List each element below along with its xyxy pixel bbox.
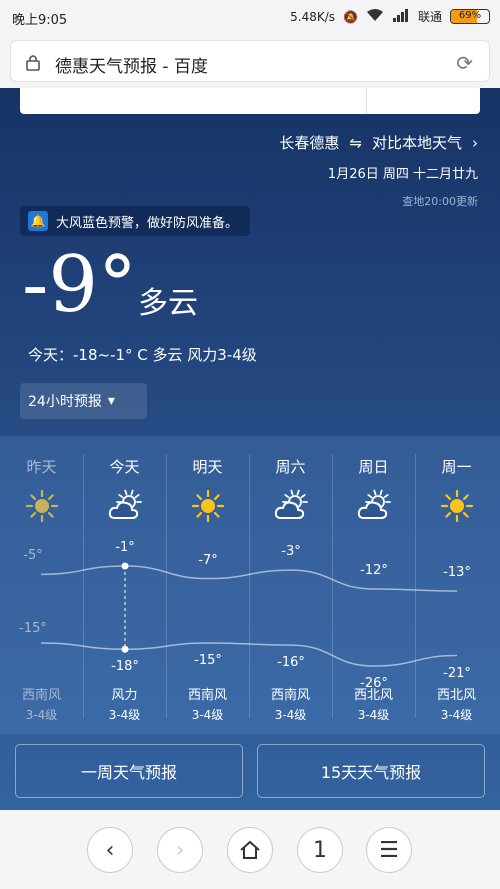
menu-icon: ☰ bbox=[379, 837, 399, 863]
forecast-panel: 昨天 西南风 3-4级 今天 风力 3-4级 明天 西南风 3-4级 周六 西南… bbox=[0, 436, 500, 734]
back-button[interactable]: ‹ bbox=[87, 827, 133, 873]
low-temp-label: -18° bbox=[111, 659, 139, 675]
status-bar: 晚上9:05 5.48K/s 🔕 联通 69% bbox=[0, 0, 500, 34]
warning-text: 大风蓝色预警，做好防风准备。 bbox=[56, 215, 239, 231]
wind-warning[interactable]: 🔔 大风蓝色预警，做好防风准备。 bbox=[20, 206, 251, 236]
current-condition: 多云 bbox=[138, 286, 198, 321]
signal-icon bbox=[392, 8, 410, 25]
high-temp-label: -13° bbox=[443, 565, 471, 581]
location-name[interactable]: 长春德惠 bbox=[279, 132, 339, 153]
dropdown-label: 24小时预报 bbox=[28, 394, 102, 410]
page-title: 德惠天气预报 - 百度 bbox=[55, 57, 208, 77]
menu-button[interactable]: ☰ bbox=[366, 827, 412, 873]
battery-icon: 69% bbox=[450, 9, 490, 24]
status-time: 晚上9:05 bbox=[12, 13, 68, 28]
high-temp-label: -1° bbox=[115, 540, 135, 555]
high-temp-label: -3° bbox=[281, 544, 301, 560]
forward-button[interactable]: › bbox=[157, 827, 203, 873]
home-icon bbox=[240, 840, 260, 859]
date-text: 1月26日 周四 十二月廿九 bbox=[327, 167, 478, 182]
update-text: 查地20:00更新 bbox=[402, 195, 478, 208]
low-temp-label: -15° bbox=[194, 653, 222, 668]
forecast-dropdown[interactable]: 24小时预报 ▾ bbox=[20, 383, 147, 419]
home-button[interactable] bbox=[227, 827, 273, 873]
network-speed: 5.48K/s bbox=[290, 9, 336, 24]
bottom-nav: ‹ › 1 ☰ bbox=[0, 810, 500, 889]
today-low-point bbox=[121, 645, 129, 653]
today-high-point bbox=[121, 562, 129, 570]
carrier-name: 联通 bbox=[417, 10, 442, 24]
low-temp-label: -15° bbox=[19, 621, 47, 636]
tab-count: 1 bbox=[313, 837, 327, 863]
bell-icon: 🔔 bbox=[28, 211, 48, 231]
mute-icon: 🔕 bbox=[343, 9, 358, 24]
low-temp-label: -21° bbox=[443, 665, 471, 681]
wifi-icon bbox=[366, 8, 384, 25]
tabs-button[interactable]: 1 bbox=[297, 827, 343, 873]
temperature-curve bbox=[40, 562, 458, 667]
weather-card: 长春德惠 ⇋ 对比本地天气 › 1月26日 周四 十二月廿九 查地20:00更新… bbox=[0, 88, 500, 810]
compare-link[interactable]: 对比本地天气 bbox=[372, 132, 462, 153]
low-temp-label: -26° bbox=[360, 676, 388, 691]
lock-icon bbox=[25, 53, 41, 75]
low-temp-label: -16° bbox=[277, 655, 305, 671]
battery-percent: 69% bbox=[458, 10, 482, 21]
url-bar: 德惠天气预报 - 百度 ⟳ bbox=[0, 34, 500, 88]
chevron-right-icon: › bbox=[472, 133, 478, 152]
today-summary: 今天：-18~-1° C 多云 风力3-4级 bbox=[28, 346, 257, 364]
chevron-left-icon: ‹ bbox=[105, 837, 115, 863]
switch-location-icon[interactable]: ⇋ bbox=[349, 134, 362, 152]
address-box[interactable]: 德惠天气预报 - 百度 ⟳ bbox=[10, 40, 490, 82]
high-temp-label: -5° bbox=[23, 548, 43, 564]
reload-icon[interactable]: ⟳ bbox=[456, 51, 473, 75]
high-temp-label: -12° bbox=[360, 562, 388, 578]
high-temp-label: -7° bbox=[198, 552, 218, 568]
current-temperature: -9° bbox=[22, 240, 137, 330]
fifteen-day-forecast-button[interactable]: 15天天气预报 bbox=[257, 744, 485, 798]
location-row: 长春德惠 ⇋ 对比本地天气 › bbox=[279, 132, 478, 153]
chevron-right-icon: › bbox=[175, 837, 185, 863]
search-input[interactable] bbox=[20, 88, 480, 114]
week-forecast-button[interactable]: 一周天气预报 bbox=[15, 744, 243, 798]
caret-down-icon: ▾ bbox=[107, 393, 115, 409]
